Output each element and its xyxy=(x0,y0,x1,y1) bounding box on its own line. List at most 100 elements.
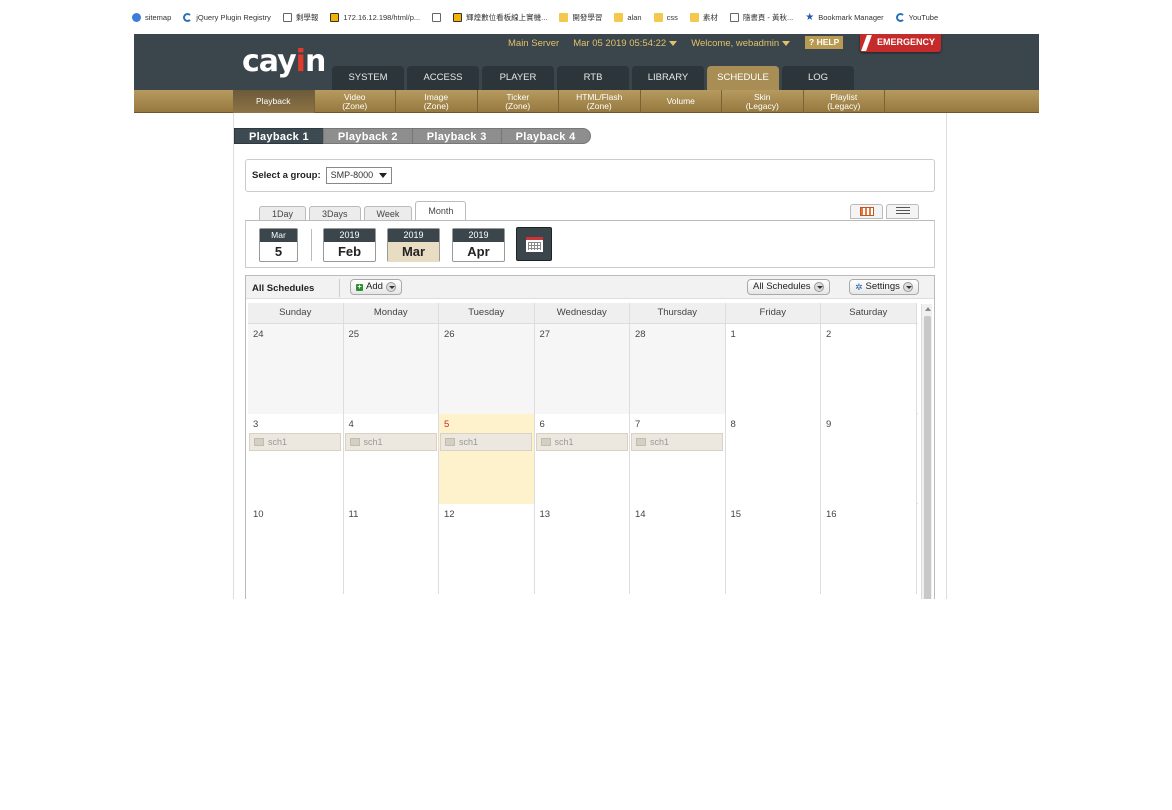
bookmark-folder[interactable]: 開發學習 xyxy=(559,12,602,23)
calendar-day[interactable]: 13 xyxy=(534,504,630,594)
group-select[interactable]: SMP-8000 xyxy=(325,167,393,184)
cayin-logo: cayin xyxy=(242,44,326,79)
month-prev-button[interactable]: 2019 Feb xyxy=(323,228,376,262)
folder-icon xyxy=(614,12,624,22)
calendar-day[interactable]: 24 xyxy=(248,324,344,414)
calendar-day[interactable]: 27 xyxy=(534,324,630,414)
calendar-scrollbar[interactable] xyxy=(921,304,932,599)
schedule-filter-button[interactable]: All Schedules xyxy=(747,279,830,314)
date-picker-button[interactable] xyxy=(516,227,552,261)
subtab-html-flash-zone[interactable]: HTML/Flash (Zone) xyxy=(559,90,641,113)
calendar-day[interactable]: 14 xyxy=(630,504,726,594)
user-menu[interactable]: Welcome, webadmin xyxy=(691,38,791,49)
bookmark-jquery[interactable]: jQuery Plugin Registry xyxy=(183,12,271,22)
day-number: 8 xyxy=(730,419,736,430)
bookmark-manager[interactable]: ★ Bookmark Manager xyxy=(805,12,883,23)
bookmark-folder[interactable]: css xyxy=(653,12,678,22)
tab-month[interactable]: Month xyxy=(415,201,467,221)
day-number: 27 xyxy=(539,329,551,340)
tab-rtb[interactable]: RTB xyxy=(557,66,629,90)
schedule-event[interactable]: sch1 xyxy=(631,433,723,451)
calendar-day[interactable]: 11 xyxy=(343,504,439,594)
subtab-skin-legacy[interactable]: Skin (Legacy) xyxy=(722,90,804,113)
tab-playback-2[interactable]: Playback 2 xyxy=(322,128,413,144)
schedule-event[interactable]: sch1 xyxy=(344,433,437,451)
tab-access[interactable]: ACCESS xyxy=(407,66,479,90)
calendar-view-button[interactable] xyxy=(850,204,883,219)
folder-icon xyxy=(653,12,663,22)
day-number: 3 xyxy=(253,419,259,430)
bookmark-folder[interactable]: alan xyxy=(614,12,642,22)
calendar-day[interactable]: 12 xyxy=(439,504,535,594)
bookmark-folder[interactable]: 素材 xyxy=(689,12,718,23)
schedule-event[interactable]: sch1 xyxy=(249,433,341,451)
emergency-button[interactable]: EMERGENCY xyxy=(860,34,941,52)
calendar-week-row: 10 11 12 13 14 15 16 xyxy=(248,503,918,594)
bookmarks-bar: sitemap jQuery Plugin Registry 剩學報 172.1… xyxy=(0,0,1172,34)
divider xyxy=(946,113,947,599)
calendar-day[interactable]: 28 xyxy=(630,324,726,414)
tab-playback-3[interactable]: Playback 3 xyxy=(411,128,502,144)
bookmark-item[interactable]: 172.16.12.198/html/p... xyxy=(330,12,420,22)
calendar-day[interactable]: 3 sch1 xyxy=(248,414,344,504)
tab-3days[interactable]: 3Days xyxy=(309,206,361,221)
calendar-day[interactable]: 9 xyxy=(821,414,917,504)
calendar-day[interactable]: 26 xyxy=(439,324,535,414)
subtab-ticker-zone[interactable]: Ticker (Zone) xyxy=(478,90,559,113)
calendar-day[interactable]: 15 xyxy=(725,504,821,594)
day-number: 24 xyxy=(253,329,264,340)
schedule-event[interactable]: sch1 xyxy=(535,433,628,451)
calendar-day[interactable]: 2 xyxy=(821,324,917,414)
subtab-video-zone[interactable]: Video (Zone) xyxy=(315,90,396,113)
tab-library[interactable]: LIBRARY xyxy=(632,66,704,90)
bookmark-item[interactable]: 隨書頁 - 黃秋... xyxy=(729,12,793,23)
calendar-day[interactable]: 1 xyxy=(725,324,821,414)
bookmark-label: alan xyxy=(627,12,642,22)
help-button[interactable]: ? HELP xyxy=(805,36,844,49)
day-number: 13 xyxy=(539,509,551,520)
calendar-day[interactable]: 25 xyxy=(343,324,439,414)
month-current-button[interactable]: 2019 Mar xyxy=(387,228,440,262)
view-tabs: 1Day 3Days Week Month xyxy=(259,201,467,221)
schedule-event[interactable]: sch1 xyxy=(440,433,532,451)
tab-schedule[interactable]: SCHEDULE xyxy=(707,66,779,90)
datetime-label: Mar 05 2019 05:54:22 xyxy=(573,38,667,49)
calendar-day[interactable]: 7 sch1 xyxy=(630,414,726,504)
calendar-day[interactable]: 10 xyxy=(248,504,344,594)
scroll-thumb[interactable] xyxy=(924,316,931,599)
subtab-image-zone[interactable]: Image (Zone) xyxy=(396,90,478,113)
tab-playback-1[interactable]: Playback 1 xyxy=(234,128,324,144)
settings-button[interactable]: ✲ Settings xyxy=(849,279,919,295)
subtab-playback[interactable]: Playback xyxy=(233,90,315,113)
tab-playback-4[interactable]: Playback 4 xyxy=(500,128,591,144)
current-day-button[interactable]: Mar 5 xyxy=(259,228,298,262)
bookmark-item[interactable]: 剩學報 xyxy=(282,12,318,23)
calendar-day[interactable]: 16 xyxy=(821,504,917,594)
group-value: SMP-8000 xyxy=(330,170,374,180)
subtab-playlist-legacy[interactable]: Playlist (Legacy) xyxy=(804,90,885,113)
bookmark-sitemap[interactable]: sitemap xyxy=(132,12,171,22)
schedule-event-label: sch1 xyxy=(554,436,574,447)
datetime-menu[interactable]: Mar 05 2019 05:54:22 xyxy=(573,38,678,49)
page-icon xyxy=(282,12,292,22)
add-button[interactable]: + Add xyxy=(350,279,402,295)
month-next-button[interactable]: 2019 Apr xyxy=(452,228,505,262)
bookmark-item[interactable] xyxy=(432,12,442,22)
tab-player[interactable]: PLAYER xyxy=(482,66,554,90)
bookmark-youtube[interactable]: YouTube xyxy=(895,12,938,22)
tab-system[interactable]: SYSTEM xyxy=(332,66,404,90)
tab-week[interactable]: Week xyxy=(363,206,413,221)
subtab-sublabel: (Legacy) xyxy=(745,100,779,111)
calendar-day[interactable]: 6 sch1 xyxy=(534,414,630,504)
tab-1day[interactable]: 1Day xyxy=(259,206,307,221)
bookmark-label: 素材 xyxy=(702,12,718,22)
calendar-day[interactable]: 8 xyxy=(725,414,821,504)
day-month: Mar xyxy=(260,229,297,242)
bookmark-item[interactable]: 輝煌數位看板線上實機... xyxy=(453,12,547,23)
list-view-button[interactable] xyxy=(886,204,919,219)
calendar-day-today[interactable]: 5 sch1 xyxy=(439,414,535,504)
calendar-day[interactable]: 4 sch1 xyxy=(343,414,439,504)
subtab-volume[interactable]: Volume xyxy=(641,90,722,113)
tab-log[interactable]: LOG xyxy=(782,66,854,90)
cayin-icon xyxy=(330,12,340,22)
